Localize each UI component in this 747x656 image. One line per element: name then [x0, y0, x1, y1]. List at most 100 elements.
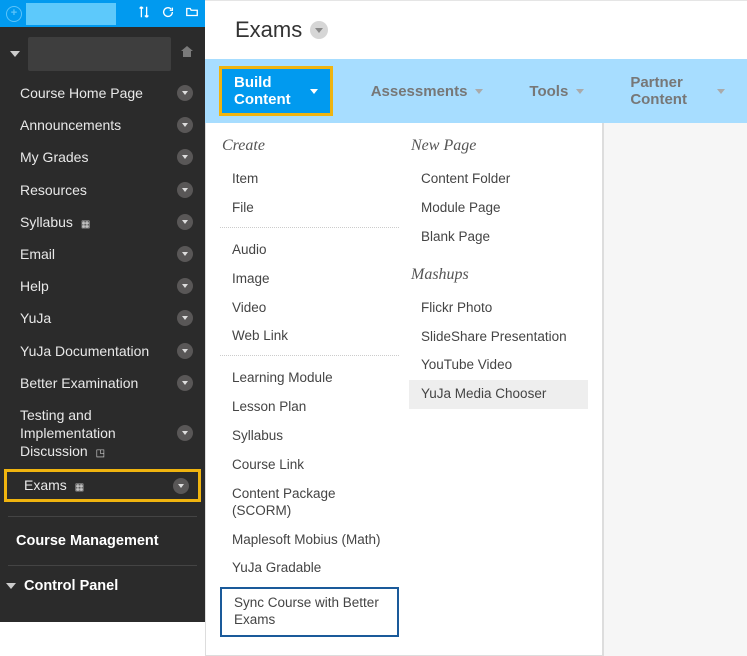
assessments-button[interactable]: Assessments: [363, 77, 492, 106]
create-group-1: Item File: [220, 165, 399, 223]
add-icon[interactable]: +: [6, 6, 22, 22]
nav-item-label: Exams ▦: [24, 476, 173, 494]
tools-label: Tools: [529, 83, 568, 100]
control-panel-row[interactable]: Control Panel: [0, 572, 205, 600]
nav-item-yuja-documentation[interactable]: YuJa Documentation: [0, 335, 205, 367]
menu-item-item[interactable]: Item: [220, 165, 399, 194]
discussion-icon: ◳: [96, 447, 105, 460]
course-management-header: Course Management: [0, 523, 205, 559]
menu-item-yuja-gradable[interactable]: YuJa Gradable: [220, 554, 399, 583]
topbar-highlight: [26, 3, 116, 25]
reorder-icon[interactable]: [137, 5, 151, 22]
nav-item-announcements[interactable]: Announcements: [0, 109, 205, 141]
nav-item-syllabus[interactable]: Syllabus ▦: [0, 206, 205, 238]
chevron-down-icon[interactable]: [177, 214, 193, 230]
chevron-down-icon[interactable]: [173, 478, 189, 494]
create-group-2: Audio Image Video Web Link: [220, 236, 399, 352]
menu-item-lesson-plan[interactable]: Lesson Plan: [220, 393, 399, 422]
nav-item-exams[interactable]: Exams ▦: [4, 469, 201, 501]
caret-down-icon: [6, 583, 16, 589]
sidebar-topbar: +: [0, 0, 205, 27]
chevron-down-icon: [475, 89, 483, 94]
menu-item-learning-module[interactable]: Learning Module: [220, 364, 399, 393]
menu-item-syllabus[interactable]: Syllabus: [220, 422, 399, 451]
menu-item-web-link[interactable]: Web Link: [220, 322, 399, 351]
nav-item-label: Announcements: [20, 116, 177, 134]
new-page-heading: New Page: [409, 137, 588, 155]
menu-item-mobius[interactable]: Maplesoft Mobius (Math): [220, 526, 399, 555]
page-title-row: Exams: [205, 1, 747, 59]
chevron-down-icon[interactable]: [177, 117, 193, 133]
nav-item-testing-discussion[interactable]: Testing and Implementation Discussion ◳: [0, 399, 205, 468]
course-nav: Course Home Page Announcements My Grades…: [0, 77, 205, 510]
nav-item-label: My Grades: [20, 148, 177, 166]
course-name-redacted: [28, 37, 171, 71]
create-group-3: Learning Module Lesson Plan Syllabus Cou…: [220, 364, 399, 583]
nav-item-label: YuJa Documentation: [20, 342, 177, 360]
actionbar: Build Content Assessments Tools Partner …: [205, 59, 747, 123]
menu-item-module-page[interactable]: Module Page: [409, 194, 588, 223]
chevron-down-icon[interactable]: [177, 375, 193, 391]
menu-item-slideshare[interactable]: SlideShare Presentation: [409, 323, 588, 352]
nav-item-better-examination[interactable]: Better Examination: [0, 367, 205, 399]
nav-item-yuja[interactable]: YuJa: [0, 302, 205, 334]
menu-item-youtube[interactable]: YouTube Video: [409, 351, 588, 380]
content-canvas: [603, 123, 747, 656]
nav-item-label: Help: [20, 277, 177, 295]
assessments-label: Assessments: [371, 83, 468, 100]
nav-item-course-home[interactable]: Course Home Page: [0, 77, 205, 109]
nav-item-label: Syllabus ▦: [20, 213, 177, 231]
nav-item-email[interactable]: Email: [0, 238, 205, 270]
menu-item-image[interactable]: Image: [220, 265, 399, 294]
content-icon: ▦: [81, 218, 90, 231]
chevron-down-icon[interactable]: [177, 425, 193, 441]
build-content-dropdown: Create Item File Audio Image Video Web L…: [205, 123, 603, 656]
nav-item-my-grades[interactable]: My Grades: [0, 141, 205, 173]
chevron-down-icon[interactable]: [177, 343, 193, 359]
menu-item-yuja-media-chooser[interactable]: YuJa Media Chooser: [409, 380, 588, 409]
chevron-down-icon[interactable]: [177, 149, 193, 165]
nav-item-label: Course Home Page: [20, 84, 177, 102]
menu-item-audio[interactable]: Audio: [220, 236, 399, 265]
sidebar-divider: [8, 516, 197, 517]
nav-item-resources[interactable]: Resources: [0, 174, 205, 206]
main-content: Exams Build Content Assessments Tools Pa…: [205, 0, 747, 622]
menu-item-file[interactable]: File: [220, 194, 399, 223]
page-title-menu-icon[interactable]: [310, 21, 328, 39]
sidebar-divider: [8, 565, 197, 566]
control-panel-label: Control Panel: [24, 578, 118, 594]
dropdown-divider: [220, 355, 399, 356]
partner-content-label: Partner Content: [630, 74, 709, 108]
content-icon: ▦: [75, 481, 84, 494]
partner-content-button[interactable]: Partner Content: [622, 68, 733, 114]
nav-item-label: Resources: [20, 181, 177, 199]
page-title: Exams: [235, 17, 302, 43]
menu-item-scorm[interactable]: Content Package (SCORM): [220, 480, 399, 526]
home-icon[interactable]: [179, 44, 195, 65]
chevron-down-icon[interactable]: [177, 278, 193, 294]
nav-item-help[interactable]: Help: [0, 270, 205, 302]
nav-item-label: Better Examination: [20, 374, 177, 392]
chevron-down-icon[interactable]: [177, 246, 193, 262]
refresh-icon[interactable]: [161, 5, 175, 22]
menu-item-blank-page[interactable]: Blank Page: [409, 223, 588, 252]
build-content-button[interactable]: Build Content: [219, 66, 333, 116]
build-content-label: Build Content: [234, 74, 302, 108]
chevron-down-icon[interactable]: [177, 182, 193, 198]
create-group-boxed: Sync Course with Better Exams: [220, 587, 399, 637]
mashups-heading: Mashups: [409, 266, 588, 284]
menu-item-flickr[interactable]: Flickr Photo: [409, 294, 588, 323]
nav-item-label: Testing and Implementation Discussion ◳: [20, 406, 177, 461]
menu-item-sync-better-exams[interactable]: Sync Course with Better Exams: [220, 587, 399, 637]
chevron-down-icon: [310, 89, 318, 94]
folder-icon[interactable]: [185, 5, 199, 22]
chevron-down-icon[interactable]: [177, 310, 193, 326]
menu-item-course-link[interactable]: Course Link: [220, 451, 399, 480]
new-page-group: Content Folder Module Page Blank Page: [409, 165, 588, 252]
tools-button[interactable]: Tools: [521, 77, 592, 106]
course-title-row[interactable]: [0, 27, 205, 77]
chevron-down-icon: [576, 89, 584, 94]
menu-item-video[interactable]: Video: [220, 294, 399, 323]
menu-item-content-folder[interactable]: Content Folder: [409, 165, 588, 194]
chevron-down-icon[interactable]: [177, 85, 193, 101]
